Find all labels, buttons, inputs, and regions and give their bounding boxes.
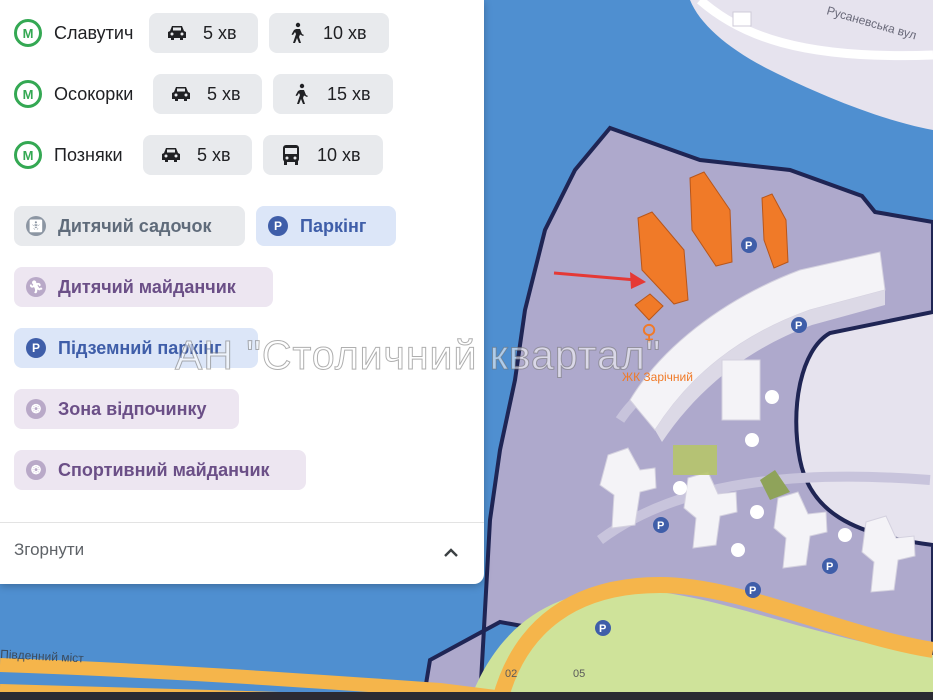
travel-time: 10 хв <box>323 22 367 43</box>
walk-icon <box>283 22 311 44</box>
svg-text:P: P <box>795 320 802 332</box>
building-top <box>732 11 752 27</box>
travel-time: 5 хв <box>203 22 237 43</box>
station-row-pozniaky: M Позняки <box>14 134 123 176</box>
stroller-icon: 🚼︎ <box>26 216 46 236</box>
collapse-label[interactable]: Згорнути <box>14 540 84 560</box>
travel-time: 5 хв <box>207 83 241 104</box>
info-panel: M Славутич 5 хв 10 хв M Осокорки 5 хв 15… <box>0 0 484 584</box>
car-icon <box>163 24 191 42</box>
metro-letter: M <box>22 25 34 41</box>
travel-time: 10 хв <box>317 144 361 165</box>
station-name: Славутич <box>54 22 134 43</box>
green-field <box>673 445 717 475</box>
travel-chip-bus[interactable]: 10 хв <box>263 135 383 175</box>
travel-chip-car[interactable]: 5 хв <box>153 74 262 114</box>
svg-text:P: P <box>657 520 664 532</box>
parking-letter: P <box>31 341 40 355</box>
amenity-parking[interactable]: P Паркінг <box>256 206 396 246</box>
svg-text:P: P <box>749 585 756 597</box>
metro-icon: M <box>14 80 42 108</box>
amenity-label: Зона відпочинку <box>58 398 207 419</box>
amenity-label: Дитячий майданчик <box>58 276 236 297</box>
amenity-rest-zone[interactable]: ❂ Зона відпочинку <box>14 389 239 429</box>
amenity-label: Дитячий садочок <box>58 215 212 236</box>
metro-letter: M <box>22 147 34 163</box>
amenity-label: Спортивний майданчик <box>58 459 270 480</box>
station-name: Осокорки <box>54 83 134 104</box>
svg-text:P: P <box>599 623 606 635</box>
parking-letter: P <box>273 219 282 233</box>
travel-chip-walk[interactable]: 10 хв <box>269 13 389 53</box>
walk-icon <box>287 83 315 105</box>
station-row-slavutych: M Славутич <box>14 12 133 54</box>
travel-chip-car[interactable]: 5 хв <box>143 135 252 175</box>
amenity-kindergarten[interactable]: 🚼︎ Дитячий садочок <box>14 206 245 246</box>
metro-icon: M <box>14 19 42 47</box>
bottom-strip <box>0 692 933 700</box>
watermark: АН "Столичний квартал" <box>174 332 662 379</box>
bench-icon: ❂ <box>26 399 46 419</box>
travel-chip-car[interactable]: 5 хв <box>149 13 258 53</box>
amenity-label: Паркінг <box>300 215 367 236</box>
amenity-sports-ground[interactable]: ❂ Спортивний майданчик <box>14 450 306 490</box>
car-icon <box>157 146 185 164</box>
travel-chip-walk[interactable]: 15 хв <box>273 74 393 114</box>
amenity-playground[interactable]: 🏃︎ Дитячий майданчик <box>14 267 273 307</box>
sport-icon: ❂ <box>26 460 46 480</box>
svg-text:P: P <box>745 240 752 252</box>
chevron-up-icon[interactable] <box>441 543 461 563</box>
metro-icon: M <box>14 141 42 169</box>
panel-divider <box>0 522 484 523</box>
tower-building <box>721 359 761 421</box>
scale-label-1: 02 <box>505 668 517 680</box>
station-row-osokorky: M Осокорки <box>14 73 133 115</box>
travel-time: 5 хв <box>197 144 231 165</box>
bus-icon <box>277 144 305 166</box>
station-name: Позняки <box>54 144 123 165</box>
playground-icon: 🏃︎ <box>26 277 46 297</box>
svg-text:P: P <box>826 561 833 573</box>
scale-label-2: 05 <box>573 668 585 680</box>
parking-icon: P <box>26 338 46 358</box>
car-icon <box>167 85 195 103</box>
travel-time: 15 хв <box>327 83 371 104</box>
parking-icon: P <box>268 216 288 236</box>
metro-letter: M <box>22 86 34 102</box>
